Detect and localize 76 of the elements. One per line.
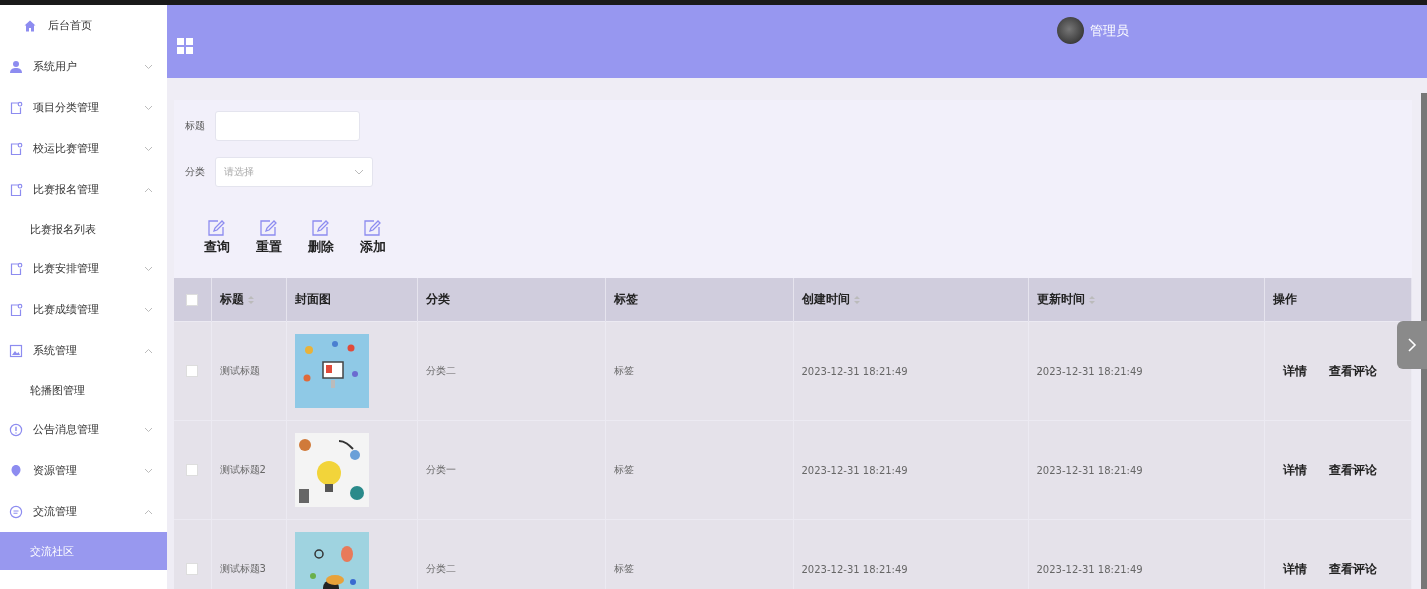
- action-button[interactable]: 重置: [256, 219, 282, 256]
- menu-group[interactable]: 比赛安排管理: [0, 248, 167, 289]
- table-cell: 2023-12-31 18:21:49: [1036, 464, 1143, 476]
- menu-group[interactable]: 项目分类管理: [0, 87, 167, 128]
- table-cell: 2023-12-31 18:21:49: [801, 563, 908, 575]
- menu-group[interactable]: 比赛成绩管理: [0, 289, 167, 330]
- table-cell: 分类一: [425, 464, 456, 475]
- row-checkbox[interactable]: [186, 464, 199, 476]
- action-button[interactable]: 添加: [360, 219, 386, 256]
- table-cell: 测试标题3: [219, 563, 266, 574]
- avatar[interactable]: [1057, 17, 1084, 44]
- menu-group[interactable]: 资源管理: [0, 450, 167, 491]
- row-action-link[interactable]: 详情: [1282, 560, 1307, 578]
- info-icon: [9, 422, 23, 437]
- menu-item[interactable]: 轮播图管理: [0, 371, 167, 409]
- note-icon: [9, 261, 23, 276]
- user-icon: [9, 59, 23, 74]
- note-icon: [9, 182, 23, 197]
- column-header: 操作: [1272, 292, 1297, 306]
- table-cell: 2023-12-31 18:21:49: [1036, 365, 1143, 377]
- menu-group[interactable]: 系统用户: [0, 46, 167, 87]
- action-button[interactable]: 查询: [204, 219, 230, 256]
- menu-group[interactable]: 交流管理: [0, 491, 167, 532]
- menu-group[interactable]: 比赛报名管理: [0, 169, 167, 210]
- column-header: 分类: [425, 292, 450, 306]
- select-all-checkbox[interactable]: [186, 293, 199, 306]
- title-input[interactable]: [215, 111, 360, 141]
- table-cell: 标签: [613, 365, 634, 376]
- menu-group[interactable]: 系统管理: [0, 330, 167, 371]
- note-icon: [9, 100, 23, 115]
- table-cell: 标签: [613, 563, 634, 574]
- chevron-down-icon: [354, 169, 364, 175]
- column-header: 标题: [219, 292, 244, 306]
- row-action-link[interactable]: 查看评论: [1328, 461, 1377, 479]
- scrollbar[interactable]: [1421, 93, 1427, 589]
- table-cell: 标签: [613, 464, 634, 475]
- expand-tab[interactable]: [1397, 321, 1427, 369]
- chevron-right-icon: [1407, 337, 1417, 353]
- field-label: 标题: [185, 119, 206, 133]
- grid-icon[interactable]: [177, 38, 193, 54]
- column-header: 标签: [613, 292, 638, 306]
- image-icon: [9, 343, 23, 358]
- menu-group[interactable]: 公告消息管理: [0, 409, 167, 450]
- table-cell: 测试标题2: [219, 464, 266, 475]
- row-action-link[interactable]: 详情: [1282, 461, 1307, 479]
- edit-icon: [207, 219, 227, 237]
- edit-icon: [311, 219, 331, 237]
- menu-item[interactable]: 比赛报名列表: [0, 210, 167, 248]
- balloon-icon: [9, 463, 23, 478]
- table-cell: 分类二: [425, 563, 456, 574]
- note-icon: [9, 302, 23, 317]
- table-cell: 测试标题: [219, 365, 260, 376]
- menu-group[interactable]: 校运比赛管理: [0, 128, 167, 169]
- edit-icon: [363, 219, 383, 237]
- chat-icon: [9, 504, 23, 519]
- table-cell: 2023-12-31 18:21:49: [1036, 563, 1143, 575]
- table-cell: 2023-12-31 18:21:49: [801, 464, 908, 476]
- table-cell: 2023-12-31 18:21:49: [801, 365, 908, 377]
- column-header: 封面图: [294, 292, 331, 306]
- sort-icon[interactable]: [247, 294, 254, 305]
- menu-item[interactable]: 后台首页: [0, 5, 167, 46]
- row-action-link[interactable]: 查看评论: [1328, 362, 1377, 380]
- home-icon: [24, 19, 36, 32]
- row-action-link[interactable]: 查看评论: [1328, 560, 1377, 578]
- field-label: 分类: [185, 165, 206, 179]
- edit-icon: [259, 219, 279, 237]
- table-cell: 分类二: [425, 365, 456, 376]
- sort-icon[interactable]: [853, 294, 860, 305]
- row-checkbox[interactable]: [186, 365, 199, 377]
- row-checkbox[interactable]: [186, 563, 199, 575]
- column-header: 更新时间: [1036, 292, 1085, 306]
- column-header: 创建时间: [801, 292, 850, 306]
- action-button[interactable]: 删除: [308, 219, 334, 256]
- sort-icon[interactable]: [1088, 294, 1095, 305]
- note-icon: [9, 141, 23, 156]
- row-action-link[interactable]: 详情: [1282, 362, 1307, 380]
